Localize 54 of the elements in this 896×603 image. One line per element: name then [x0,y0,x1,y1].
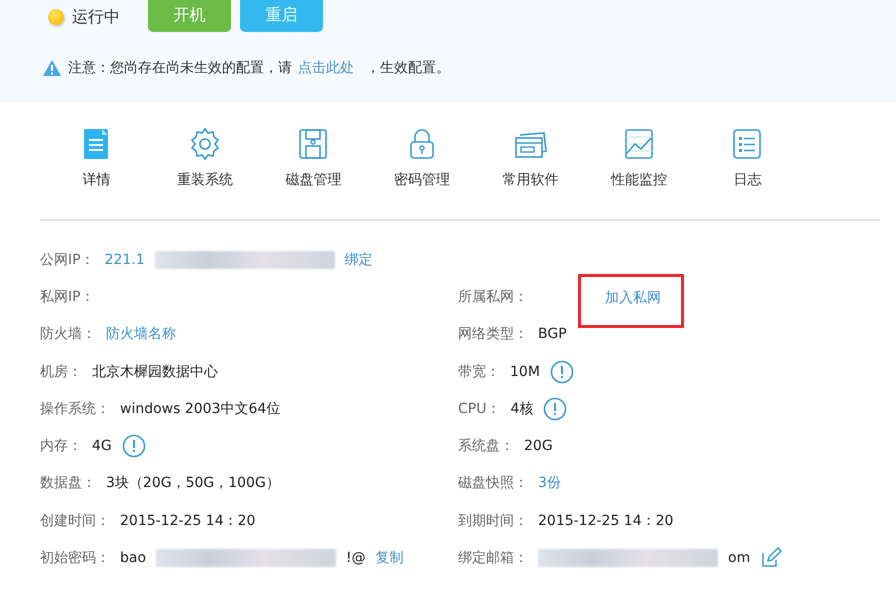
field-label: 私网IP： [40,288,95,306]
toolbar-tab[interactable]: 常用软件 [476,123,584,193]
field-value: !@ [346,550,366,566]
notice-link[interactable]: 点击此处 [298,60,354,76]
field-label: 公网IP： [40,250,95,269]
field-value: 4G [92,438,112,454]
field-label: 绑定邮箱： [458,549,528,568]
toolbar-tab[interactable]: 详情 [42,123,150,193]
field-value: windows 2003中文64位 [120,400,280,418]
info-icon[interactable] [122,434,146,458]
field-label: 到期时间： [458,512,528,530]
field-link[interactable]: 221.1 [104,252,145,268]
restart-button[interactable]: 重启 [240,0,323,32]
field-value: 10M [510,364,540,380]
field-label: 系统盘： [458,437,514,456]
field-value: 2015-12-25 14：20 [538,512,674,530]
notice-text: 注意：您尚存在尚未生效的配置，请 点击此处 ，生效配置。 [68,59,450,77]
field-label: 磁盘快照： [458,474,528,492]
field-label: 数据盘： [40,474,96,492]
field-value: BGP [538,326,567,342]
field-label: 网络类型： [458,325,528,344]
field-link[interactable]: 复制 [376,549,404,568]
edit-icon[interactable] [760,547,782,570]
field-label: 机房： [40,362,82,381]
field-link[interactable]: 3份 [538,474,561,492]
field-label: 内存： [40,437,82,456]
field-value: 20G [524,438,553,454]
field-value: bao [120,550,146,566]
field-value: 北京木樨园数据中心 [92,362,218,381]
field-label: 所属私网： [458,288,528,306]
field-label: 防火墙： [40,325,96,344]
field-link[interactable]: 加入私网 [605,290,661,306]
field-link[interactable]: 绑定 [344,250,373,269]
info-icon[interactable] [543,396,568,421]
field-label: 操作系统： [40,400,110,418]
field-label: 创建时间： [40,512,110,530]
status-text: 运行中 [72,6,120,28]
field-label: 带宽： [458,362,500,381]
toolbar-tab[interactable]: 性能监控 [584,123,693,193]
field-value: 2015-12-25 14：20 [120,512,256,530]
toolbar-tab[interactable]: 磁盘管理 [259,123,368,193]
toolbar-tab[interactable]: 重装系统 [150,123,259,193]
field-value: 4核 [510,400,534,418]
field-link[interactable]: 防火墙名称 [106,325,176,344]
toolbar-tab[interactable]: 密码管理 [368,123,476,193]
field-label: CPU： [458,400,500,418]
start-button[interactable]: 开机 [148,0,231,32]
toolbar-tab[interactable]: 日志 [693,123,802,193]
field-value: 3块（20G，50G，100G） [106,474,280,492]
field-value: om [728,550,750,566]
info-icon[interactable] [550,360,574,384]
field-label: 初始密码： [40,549,110,568]
warning-icon [42,59,62,77]
status-dot-icon [48,9,64,25]
